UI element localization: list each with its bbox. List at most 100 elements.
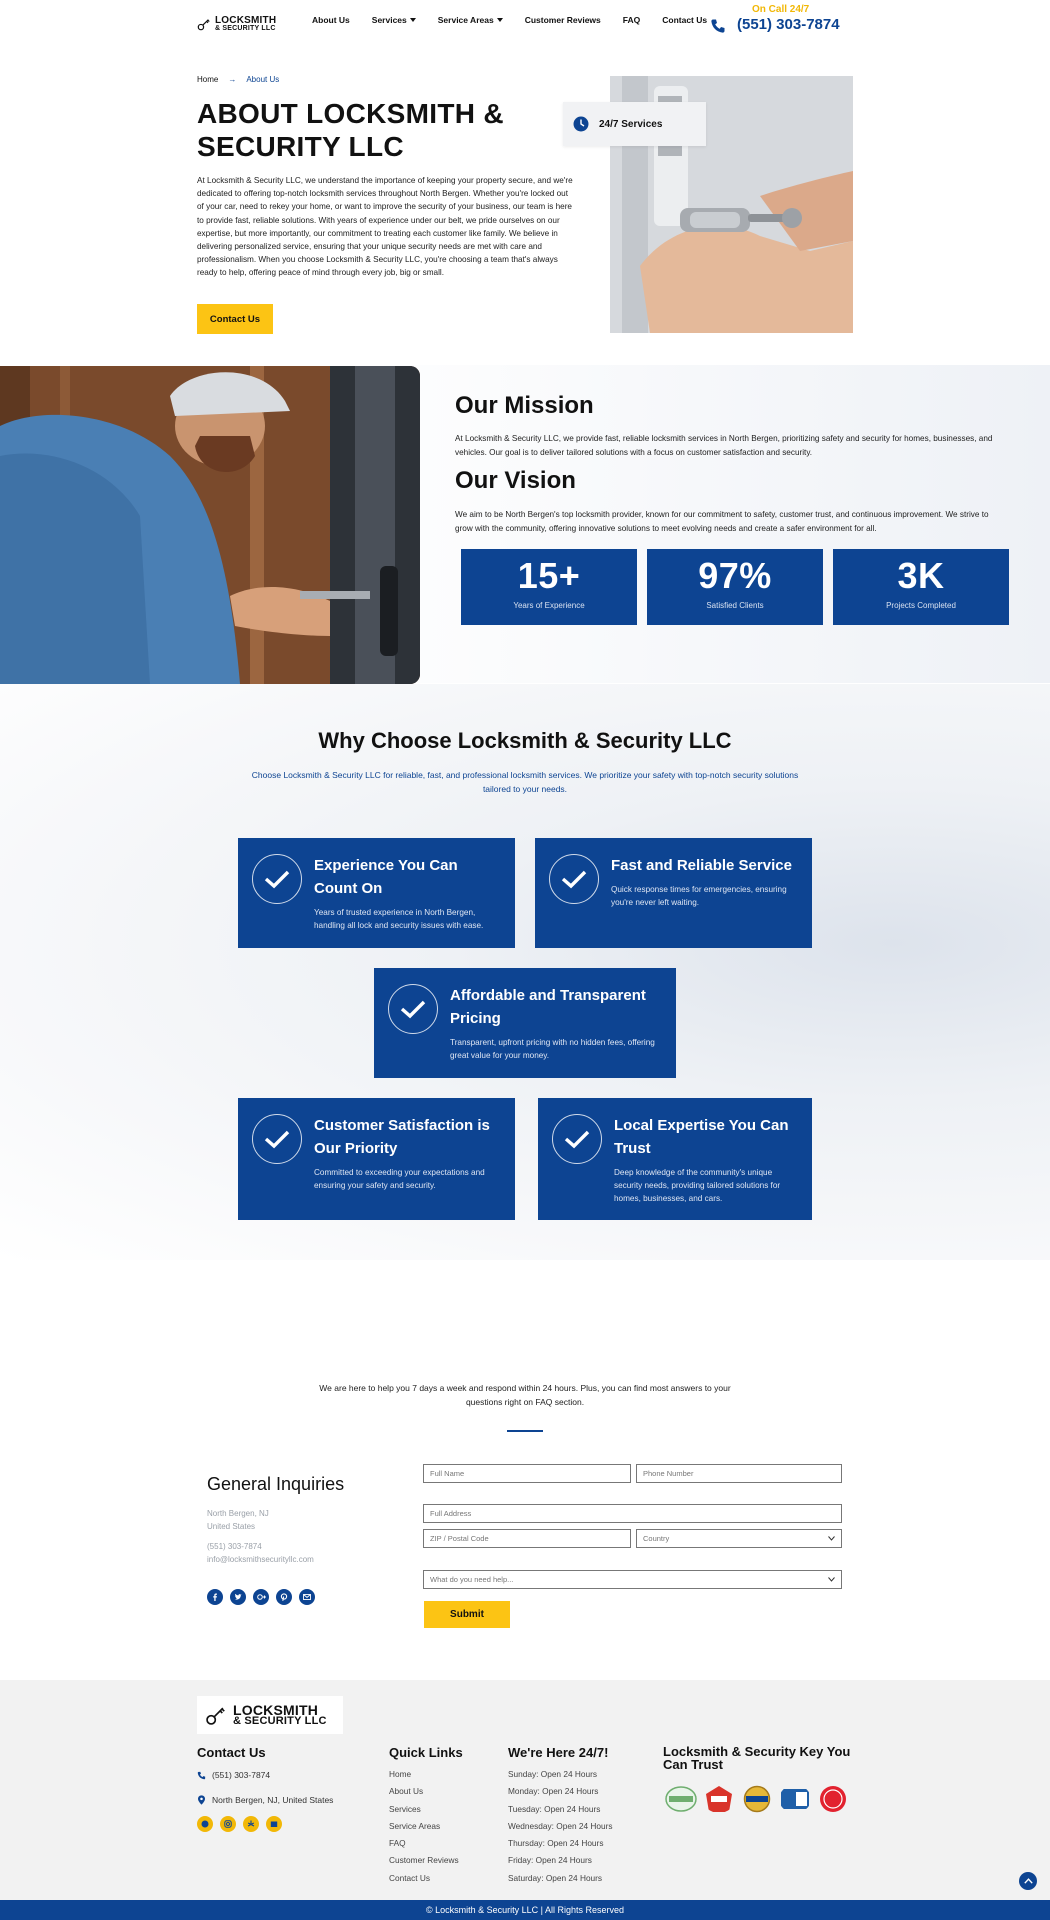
facebook-icon[interactable] bbox=[197, 1816, 213, 1832]
scroll-to-top-button[interactable] bbox=[1019, 1872, 1037, 1890]
hours-title: We're Here 24/7! bbox=[508, 1745, 609, 1760]
email-icon[interactable] bbox=[299, 1589, 315, 1605]
feature-text: Deep knowledge of the community's unique… bbox=[614, 1168, 781, 1203]
breadcrumb-home[interactable]: Home bbox=[197, 75, 218, 84]
phone-number-input[interactable]: Phone Number bbox=[636, 1464, 842, 1483]
chevron-down-icon bbox=[496, 18, 503, 22]
header-phone-link[interactable]: (551) 303-7874 bbox=[737, 16, 840, 33]
why-subtitle: Choose Locksmith & Security LLC for reli… bbox=[251, 770, 799, 794]
contact-city: North Bergen, NJ bbox=[207, 1509, 269, 1518]
logo-line2: & SECURITY LLC bbox=[215, 24, 276, 32]
nav-about-us[interactable]: About Us bbox=[312, 15, 350, 25]
why-title: Why Choose Locksmith & Security LLC bbox=[318, 728, 732, 753]
breadcrumb: Home → About Us bbox=[197, 75, 279, 84]
facebook-icon[interactable] bbox=[207, 1589, 223, 1605]
stat-value: 3K bbox=[897, 555, 945, 596]
contact-phone[interactable]: (551) 303-7874 bbox=[207, 1540, 314, 1553]
feature-card-local-expertise: Local Expertise You Can Trust Deep knowle… bbox=[538, 1098, 812, 1220]
check-circle-icon bbox=[549, 854, 599, 904]
chevron-up-icon bbox=[1023, 1878, 1033, 1884]
contact-email[interactable]: info@locksmithsecurityllc.com bbox=[207, 1553, 314, 1566]
hours-row: Sunday: Open 24 Hours bbox=[508, 1769, 598, 1779]
twitter-icon[interactable] bbox=[230, 1589, 246, 1605]
footer-link-services[interactable]: Services bbox=[389, 1801, 459, 1818]
quick-links-title: Quick Links bbox=[389, 1745, 463, 1760]
verified-badge-icon bbox=[665, 1786, 697, 1812]
service-select[interactable]: What do you need help... bbox=[423, 1570, 842, 1589]
footer-link-customer-reviews[interactable]: Customer Reviews bbox=[389, 1852, 459, 1869]
contact-intro: We are here to help you 7 days a week an… bbox=[319, 1383, 731, 1407]
google-plus-icon[interactable] bbox=[253, 1589, 269, 1605]
check-circle-icon bbox=[552, 1114, 602, 1164]
vision-text: We aim to be North Bergen's top locksmit… bbox=[455, 510, 989, 533]
nav-contact-us[interactable]: Contact Us bbox=[662, 15, 707, 25]
feature-card-satisfaction: Customer Satisfaction is Our Priority Com… bbox=[238, 1098, 515, 1220]
check-circle-icon bbox=[388, 984, 438, 1034]
mission-title: Our Mission bbox=[455, 392, 594, 419]
divider bbox=[507, 1430, 543, 1432]
trust-badges bbox=[665, 1785, 849, 1813]
feature-card-fast-service: Fast and Reliable Service Quick response … bbox=[535, 838, 812, 948]
main-nav: About Us Services Service Areas Customer… bbox=[312, 15, 707, 25]
chevron-down-icon bbox=[409, 18, 416, 22]
feature-text: Quick response times for emergencies, en… bbox=[611, 885, 787, 907]
pinterest-icon[interactable] bbox=[276, 1589, 292, 1605]
logo-line1: LOCKSMITH bbox=[215, 14, 277, 26]
footer-link-home[interactable]: Home bbox=[389, 1766, 459, 1783]
footer-social-links bbox=[197, 1816, 282, 1832]
footer-phone[interactable]: (551) 303-7874 bbox=[197, 1770, 270, 1780]
check-circle-icon bbox=[252, 1114, 302, 1164]
full-address-input[interactable]: Full Address bbox=[423, 1504, 842, 1523]
check-circle-icon bbox=[252, 854, 302, 904]
footer-link-about-us[interactable]: About Us bbox=[389, 1783, 459, 1800]
footer-address: North Bergen, NJ, United States bbox=[197, 1795, 333, 1805]
stat-satisfied-clients: 97% Satisfied Clients bbox=[647, 549, 823, 625]
instagram-icon[interactable] bbox=[220, 1816, 236, 1832]
breadcrumb-current: About Us bbox=[246, 75, 280, 84]
key-icon bbox=[206, 1707, 225, 1725]
contact-us-button[interactable]: Contact Us bbox=[197, 304, 273, 334]
feature-title: Customer Satisfaction is Our Priority bbox=[314, 1117, 490, 1157]
google-business-icon[interactable] bbox=[266, 1816, 282, 1832]
location-pin-icon bbox=[198, 1795, 205, 1805]
feature-text: Committed to exceeding your expectations… bbox=[314, 1168, 485, 1190]
feature-card-pricing: Affordable and Transparent Pricing Transp… bbox=[374, 968, 676, 1078]
copyright-bar: © Locksmith & Security LLC | All Rights … bbox=[0, 1900, 1050, 1920]
feature-title: Affordable and Transparent Pricing bbox=[450, 987, 646, 1027]
nav-services[interactable]: Services bbox=[372, 15, 416, 25]
on-call-label: On Call 24/7 bbox=[752, 4, 810, 15]
badge-label: 24/7 Services bbox=[599, 118, 663, 130]
phone-icon bbox=[711, 19, 725, 33]
stat-label: Satisfied Clients bbox=[706, 601, 764, 610]
footer-link-service-areas[interactable]: Service Areas bbox=[389, 1818, 459, 1835]
hours-row: Thursday: Open 24 Hours bbox=[508, 1838, 604, 1849]
nav-faq[interactable]: FAQ bbox=[623, 15, 640, 25]
rating-badge-icon bbox=[820, 1786, 846, 1812]
stat-label: Projects Completed bbox=[886, 601, 956, 610]
zip-input[interactable]: ZIP / Postal Code bbox=[423, 1529, 631, 1548]
services-24-7-badge: 24/7 Services bbox=[563, 102, 706, 146]
feature-text: Years of trusted experience in North Ber… bbox=[314, 908, 484, 930]
footer-logo[interactable]: LOCKSMITH & SECURITY LLC bbox=[197, 1696, 343, 1734]
page-title: ABOUT LOCKSMITH & SECURITY LLC bbox=[197, 98, 504, 162]
full-name-input[interactable]: Full Name bbox=[423, 1464, 631, 1483]
nav-service-areas[interactable]: Service Areas bbox=[438, 15, 503, 25]
nav-customer-reviews[interactable]: Customer Reviews bbox=[525, 15, 601, 25]
hours-row: Saturday: Open 24 Hours bbox=[508, 1872, 603, 1883]
hours-list: Sunday: Open 24 Hours Monday: Open 24 Ho… bbox=[508, 1766, 613, 1887]
stat-label: Years of Experience bbox=[513, 601, 585, 610]
logo-line2: & SECURITY LLC bbox=[233, 1714, 327, 1727]
vision-title: Our Vision bbox=[455, 467, 576, 494]
site-logo[interactable]: LOCKSMITH & SECURITY LLC bbox=[197, 12, 285, 36]
logo-line1: LOCKSMITH bbox=[233, 1701, 319, 1718]
contact-social-links bbox=[207, 1589, 315, 1605]
feature-text: Transparent, upfront pricing with no hid… bbox=[450, 1038, 655, 1060]
stat-value: 15+ bbox=[517, 555, 581, 596]
footer-link-contact-us[interactable]: Contact Us bbox=[389, 1870, 459, 1887]
country-select[interactable]: Country bbox=[636, 1529, 842, 1548]
footer-contact-title: Contact Us bbox=[197, 1745, 266, 1760]
footer-link-faq[interactable]: FAQ bbox=[389, 1835, 459, 1852]
submit-button[interactable]: Submit bbox=[424, 1601, 510, 1628]
yelp-icon[interactable] bbox=[243, 1816, 259, 1832]
general-inquiries-title: General Inquiries bbox=[207, 1474, 345, 1494]
